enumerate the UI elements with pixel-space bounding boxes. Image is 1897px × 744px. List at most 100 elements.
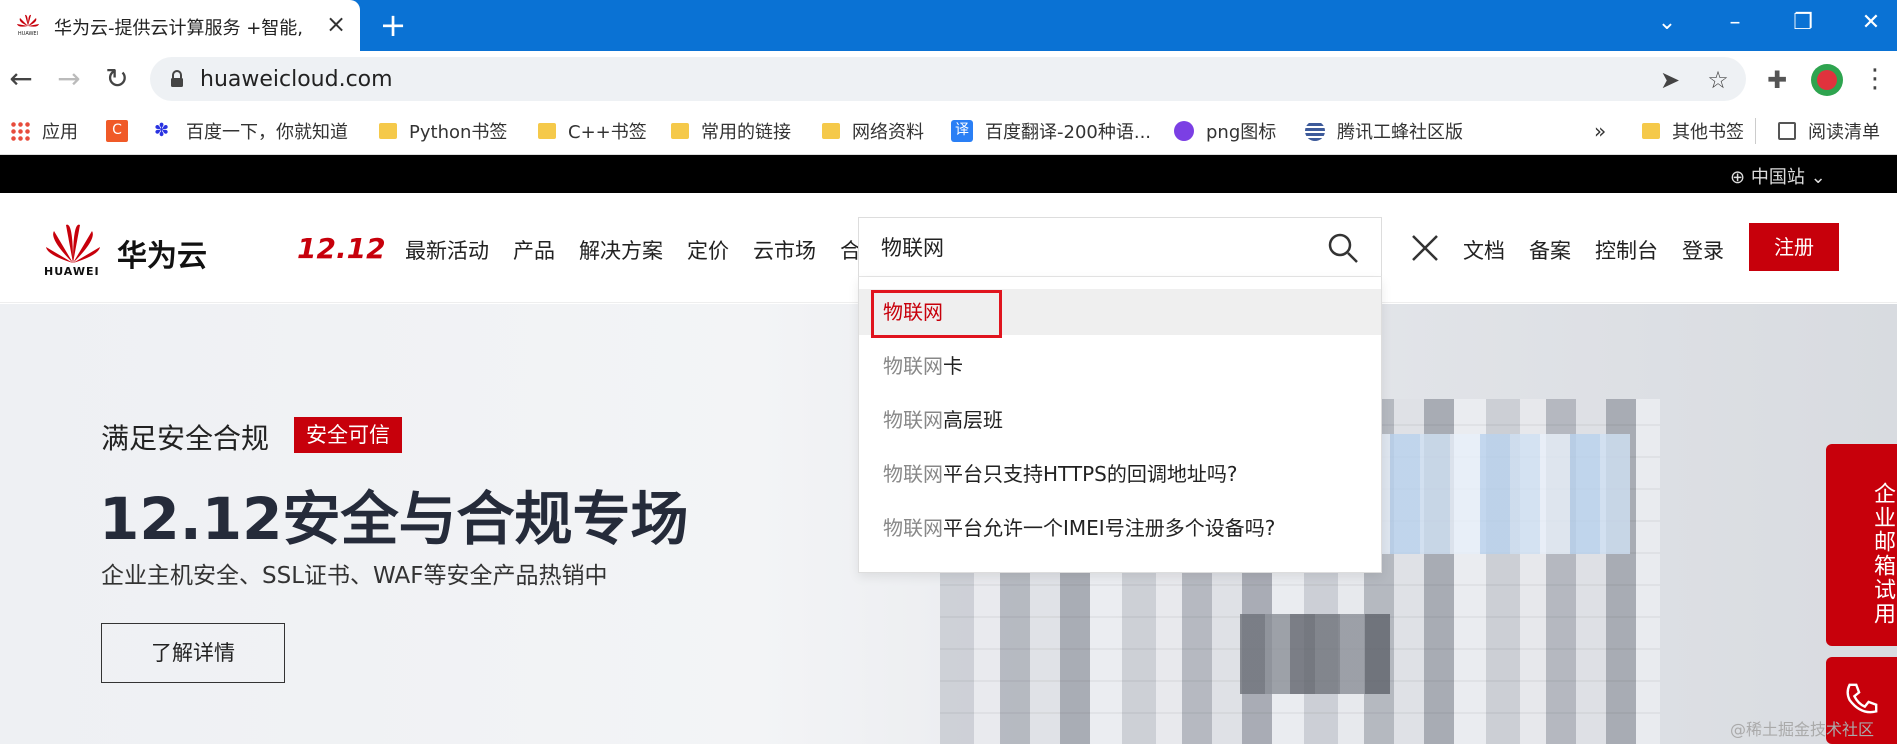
bookmark-network[interactable]: 网络资料	[822, 115, 924, 147]
reload-icon[interactable]: ↻	[100, 63, 134, 95]
address-bar[interactable]: huaweicloud.com ➤ ☆	[150, 57, 1746, 101]
promo-1212-link[interactable]: 12.12	[297, 232, 386, 265]
hero-tag-badge: 安全可信	[294, 417, 402, 453]
search-input[interactable]	[881, 230, 1301, 264]
suggestion-highlight: 物联网	[883, 408, 943, 432]
svg-text:HUAWEI: HUAWEI	[18, 31, 38, 36]
c-site-icon: C	[106, 120, 128, 142]
bookmarks-divider	[1755, 118, 1756, 144]
bookmark-label: 网络资料	[852, 122, 924, 143]
folder-icon	[538, 123, 556, 139]
screen: HUAWEI 华为云-提供云计算服务 +智能, × + ⌄ – ❐ ✕ ← → …	[0, 0, 1897, 744]
restore-icon[interactable]: ❐	[1786, 10, 1820, 36]
bookmark-png-icons[interactable]: png图标	[1174, 115, 1276, 147]
suggestion-rest: 高层班	[943, 408, 1003, 432]
logo-subtext: HUAWEI	[44, 265, 100, 278]
globe-icon: ⊕	[1730, 167, 1746, 188]
suggestion-item[interactable]: 物联网高层班	[859, 397, 1381, 443]
search-box	[858, 217, 1382, 277]
bookmark-cpp[interactable]: C++书签	[538, 115, 647, 147]
huawei-logo-icon[interactable]	[44, 221, 102, 265]
bookmarks-bar: 应用 C ✽ 百度一下，你就知道 Python书签 C++书签 常用的链接 网络…	[0, 107, 1897, 155]
nav-login[interactable]: 登录	[1682, 235, 1724, 265]
back-arrow-icon[interactable]: ←	[4, 63, 38, 95]
nav-marketplace[interactable]: 云市场	[753, 235, 816, 265]
minimize-icon[interactable]: –	[1718, 10, 1752, 36]
suggestion-item[interactable]: 物联网平台只支持HTTPS的回调地址吗?	[859, 451, 1381, 497]
tab-title: 华为云-提供云计算服务 +智能,	[54, 18, 304, 39]
hero-subtitle: 企业主机安全、SSL证书、WAF等安全产品热销中	[101, 563, 608, 589]
hero-kicker: 满足安全合规	[101, 422, 270, 455]
bookmark-common-links[interactable]: 常用的链接	[671, 115, 791, 147]
suggestion-item[interactable]: 物联网平台允许一个IMEI号注册多个设备吗?	[859, 505, 1381, 551]
logo-text[interactable]: 华为云	[117, 231, 207, 275]
baidu-paw-icon: ✽	[154, 120, 170, 141]
annotation-highlight-box	[871, 290, 1002, 338]
browser-menu-icon[interactable]: ⋮	[1862, 63, 1888, 95]
folder-icon	[671, 123, 689, 139]
bookmark-label: 百度翻译-200种语...	[985, 122, 1152, 143]
bookmark-label: 常用的链接	[701, 122, 791, 143]
tab-search-chevron-icon[interactable]: ⌄	[1650, 10, 1684, 36]
enterprise-mail-trial-button[interactable]: 企业邮箱试用	[1826, 444, 1897, 646]
nav-console[interactable]: 控制台	[1595, 235, 1658, 265]
tencent-icon	[1305, 121, 1325, 141]
bookmark-baidu-translate[interactable]: 译 百度翻译-200种语...	[951, 115, 1151, 147]
bookmark-label: 腾讯工蜂社区版	[1337, 122, 1463, 143]
bookmark-other[interactable]: 其他书签	[1642, 115, 1744, 147]
bookmark-baidu[interactable]: ✽ 百度一下，你就知道	[154, 115, 348, 147]
lock-icon	[171, 70, 183, 87]
folder-icon	[1642, 123, 1660, 139]
suggestion-highlight: 物联网	[883, 462, 943, 486]
hero-title: 12.12安全与合规专场	[99, 485, 689, 553]
huawei-favicon-icon: HUAWEI	[17, 14, 39, 36]
suggestion-highlight: 物联网	[883, 354, 943, 378]
bookmark-label: 其他书签	[1672, 122, 1744, 143]
browser-toolbar: ← → ↻ huaweicloud.com ➤ ☆ ✚ ⋮	[0, 51, 1897, 107]
site-topbar: ⊕ 中国站 ⌄	[0, 155, 1897, 193]
bookmark-label: C++书签	[568, 122, 647, 143]
folder-icon	[379, 123, 397, 139]
translate-icon: 译	[951, 120, 973, 142]
tab-close-icon[interactable]: ×	[324, 10, 348, 38]
learn-more-button[interactable]: 了解详情	[101, 623, 285, 683]
nav-docs[interactable]: 文档	[1463, 235, 1505, 265]
send-icon[interactable]: ➤	[1656, 66, 1684, 94]
search-icon[interactable]	[1327, 232, 1359, 264]
close-search-icon[interactable]	[1410, 233, 1440, 263]
bookmark-python[interactable]: Python书签	[379, 115, 507, 147]
nav-products[interactable]: 产品	[513, 235, 555, 265]
browser-tab[interactable]: HUAWEI 华为云-提供云计算服务 +智能, ×	[0, 0, 360, 51]
signup-button[interactable]: 注册	[1749, 223, 1839, 271]
tab-strip: HUAWEI 华为云-提供云计算服务 +智能, × + ⌄ – ❐ ✕	[0, 0, 1897, 51]
profile-avatar[interactable]	[1811, 64, 1843, 96]
watermark: @稀土掘金技术社区	[1730, 720, 1875, 739]
bookmark-apps[interactable]: 应用	[10, 115, 78, 147]
nav-filing[interactable]: 备案	[1529, 235, 1571, 265]
chevron-down-icon: ⌄	[1810, 167, 1826, 188]
bookmarks-overflow[interactable]: »	[1594, 115, 1606, 147]
png-icon	[1174, 121, 1194, 141]
phone-icon	[1846, 683, 1878, 714]
nav-latest-activities[interactable]: 最新活动	[405, 235, 489, 265]
reading-list[interactable]: 阅读清单	[1778, 115, 1880, 147]
bookmark-label: Python书签	[409, 122, 508, 143]
suggestion-rest: 平台允许一个IMEI号注册多个设备吗?	[943, 516, 1276, 540]
bookmark-c-site[interactable]: C	[106, 115, 140, 147]
suggestion-rest: 平台只支持HTTPS的回调地址吗?	[943, 462, 1238, 486]
folder-icon	[822, 123, 840, 139]
new-tab-icon[interactable]: +	[378, 9, 408, 41]
suggestion-rest: 卡	[943, 354, 963, 378]
nav-solutions[interactable]: 解决方案	[579, 235, 663, 265]
bookmark-star-icon[interactable]: ☆	[1704, 66, 1732, 94]
region-label: 中国站	[1750, 167, 1805, 188]
hero-image-pixelated-dark	[1240, 614, 1390, 694]
extensions-puzzle-icon[interactable]: ✚	[1762, 65, 1792, 95]
forward-arrow-icon[interactable]: →	[52, 63, 86, 95]
region-selector[interactable]: ⊕ 中国站 ⌄	[1730, 163, 1826, 189]
nav-pricing[interactable]: 定价	[687, 235, 729, 265]
window-close-icon[interactable]: ✕	[1854, 10, 1888, 36]
suggestion-item[interactable]: 物联网卡	[859, 343, 1381, 389]
url-text: huaweicloud.com	[200, 67, 393, 92]
bookmark-tencent[interactable]: 腾讯工蜂社区版	[1305, 115, 1463, 147]
